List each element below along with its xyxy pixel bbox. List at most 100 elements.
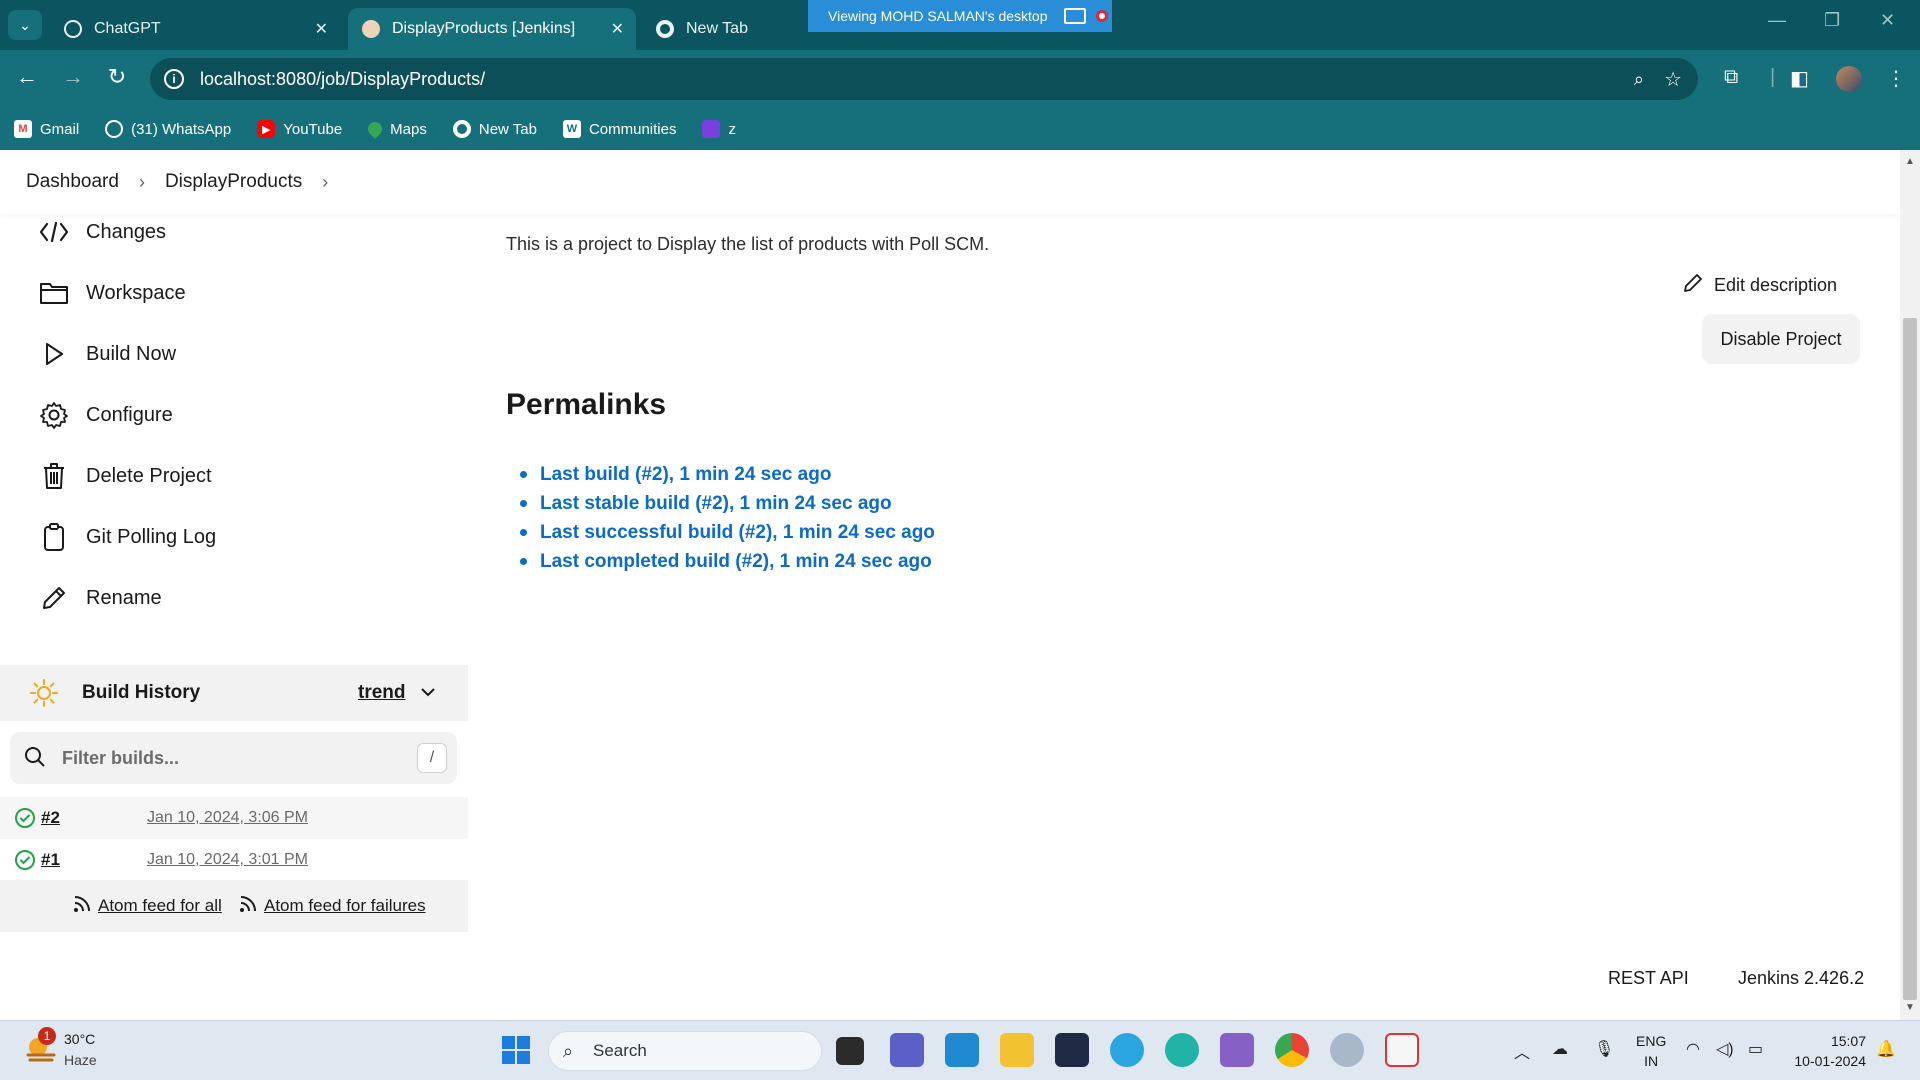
restore-icon[interactable]: ❐ [1824,10,1840,31]
notification-bell-icon[interactable]: 🔔 [1876,1039,1896,1059]
toolbar-divider: | [1770,66,1776,88]
sidebar-item-delete-project[interactable]: Delete Project [38,460,212,492]
sidebar-item-configure[interactable]: Configure [38,399,173,431]
close-window-icon[interactable]: ✕ [1880,10,1895,31]
gmail-icon: M [14,120,32,138]
reload-icon[interactable]: ↻ [102,64,132,90]
permalink-last-stable-build[interactable]: Last stable build (#2), 1 min 24 sec ago [520,489,935,518]
tab-jenkins[interactable]: DisplayProducts [Jenkins] ✕ [348,8,636,50]
bookmark-star-icon[interactable]: ☆ [1664,67,1682,92]
disable-project-button[interactable]: Disable Project [1702,314,1860,364]
system-clock[interactable]: 15:07 10-01-2024 [1786,1031,1866,1071]
sidebar-item-build-now[interactable]: Build Now [38,338,176,370]
snipping-tool-icon[interactable] [1385,1033,1419,1067]
remote-desktop-banner[interactable]: Viewing MOHD SALMAN's desktop [808,0,1112,32]
vscode-icon[interactable] [945,1033,979,1067]
bookmark-communities[interactable]: W Communities [562,120,676,138]
page-scrollbar[interactable]: ▲ ▼ [1900,150,1920,1020]
breadcrumb-displayproducts[interactable]: DisplayProducts [165,171,302,193]
tab-search-dropdown[interactable]: ⌄ [8,10,42,40]
volume-icon[interactable]: ◁) [1716,1039,1734,1059]
minimize-icon[interactable]: — [1768,10,1786,31]
bookmark-new-tab[interactable]: New Tab [452,120,537,138]
close-icon[interactable]: ✕ [611,19,624,39]
atom-feed-all-link[interactable]: Atom feed for all [72,894,222,919]
webex-icon[interactable] [1055,1033,1089,1067]
permalink-last-successful-build[interactable]: Last successful build (#2), 1 min 24 sec… [520,518,935,547]
windows-start-icon[interactable] [499,1033,533,1067]
settings-gear-icon[interactable] [1330,1033,1364,1067]
url-text[interactable]: localhost:8080/job/DisplayProducts/ [200,69,485,90]
windows-taskbar: 1 30°C Haze ⌕ Search ︿ ☁ 🎙 ENG IN ◠ ◁) ▭… [0,1020,1920,1080]
atom-feeds: Atom feed for all Atom feed for failures [0,880,468,932]
bookmark-gmail[interactable]: M Gmail [14,120,79,138]
forward-arrow-icon[interactable]: → [58,64,88,90]
chevron-down-icon[interactable] [420,684,436,702]
build-date-link[interactable]: Jan 10, 2024, 3:06 PM [147,809,308,827]
back-arrow-icon[interactable]: ← [12,64,42,90]
microphone-icon[interactable]: 🎙 [1594,1039,1614,1059]
tab-chatgpt[interactable]: ChatGPT ✕ [50,8,340,50]
sidebar-item-changes[interactable]: Changes [38,216,166,248]
sidebar-item-rename[interactable]: Rename [38,582,162,614]
chevron-right-icon[interactable]: › [139,172,145,193]
scroll-up-icon[interactable]: ▲ [1905,156,1915,167]
weather-widget[interactable]: 1 [24,1027,64,1071]
profile-avatar[interactable] [1836,66,1862,92]
bookmark-youtube[interactable]: ▶ YouTube [257,120,342,138]
edge-icon[interactable] [1110,1033,1144,1067]
tab-new-tab[interactable]: New Tab [642,8,802,50]
notification-badge: 1 [38,1027,56,1045]
jenkins-version[interactable]: Jenkins 2.426.2 [1738,968,1864,989]
build-row[interactable]: #2 Jan 10, 2024, 3:06 PM [0,797,468,839]
record-icon[interactable] [1095,10,1108,22]
language-indicator[interactable]: ENG IN [1636,1031,1666,1071]
site-info-icon[interactable]: i [164,69,184,89]
visual-studio-icon[interactable] [1220,1033,1254,1067]
chevron-up-icon[interactable]: ︿ [1514,1039,1530,1063]
scrollbar-thumb[interactable] [1903,318,1917,1000]
build-number-link[interactable]: #1 [41,850,60,870]
edit-description-link[interactable]: Edit description [1682,272,1837,299]
bookmark-z[interactable]: z [702,120,736,138]
wifi-icon[interactable]: ◠ [1686,1039,1700,1059]
sidebar-item-label: Git Polling Log [86,525,217,548]
breadcrumb-dashboard[interactable]: Dashboard [26,171,119,193]
bookmark-maps[interactable]: Maps [365,119,427,139]
battery-icon[interactable]: ▭ [1748,1039,1763,1059]
side-panel-icon[interactable]: ◧ [1790,66,1809,91]
menu-kebab-icon[interactable]: ⋮ [1886,66,1906,91]
build-number-link[interactable]: #2 [41,808,60,828]
build-row[interactable]: #1 Jan 10, 2024, 3:01 PM [0,839,468,881]
file-explorer-icon[interactable] [1000,1033,1034,1067]
address-bar[interactable]: i localhost:8080/job/DisplayProducts/ ⌕ … [150,58,1698,100]
edge-beta-icon[interactable] [1165,1033,1199,1067]
chrome-icon [452,120,471,138]
browser-tab-strip: ⌄ ChatGPT ✕ DisplayProducts [Jenkins] ✕ … [0,0,1920,50]
trend-link[interactable]: trend [358,682,406,704]
youtube-icon: ▶ [257,120,276,138]
taskbar-search[interactable]: ⌕ Search [548,1031,822,1071]
rest-api-link[interactable]: REST API [1608,968,1689,989]
close-icon[interactable]: ✕ [315,19,328,39]
filter-builds-input[interactable]: Filter builds... / [10,732,457,784]
chrome-icon[interactable] [1275,1033,1309,1067]
sidebar-item-git-polling-log[interactable]: Git Polling Log [38,521,216,553]
build-date-link[interactable]: Jan 10, 2024, 3:01 PM [147,851,308,869]
atom-feed-failures-link[interactable]: Atom feed for failures [238,894,426,919]
bookmark-whatsapp[interactable]: (31) WhatsApp [105,120,231,138]
permalink-last-build[interactable]: Last build (#2), 1 min 24 sec ago [520,460,935,489]
permalink-last-completed-build[interactable]: Last completed build (#2), 1 min 24 sec … [520,547,935,576]
task-view-icon[interactable] [836,1037,864,1065]
play-icon [38,338,70,370]
bookmarks-bar: M Gmail (31) WhatsApp ▶ YouTube Maps New… [0,108,1920,150]
scroll-down-icon[interactable]: ▼ [1905,1002,1915,1013]
tab-title: DisplayProducts [Jenkins] [392,20,576,37]
extensions-icon[interactable]: ⧉ [1724,66,1738,89]
teams-icon[interactable] [890,1033,924,1067]
sidebar-item-workspace[interactable]: Workspace [38,277,186,309]
onedrive-cloud-icon[interactable]: ☁ [1552,1039,1568,1059]
chevron-right-icon[interactable]: › [322,172,328,193]
monitor-icon[interactable] [1063,8,1086,24]
zoom-icon[interactable]: ⌕ [1634,69,1644,90]
